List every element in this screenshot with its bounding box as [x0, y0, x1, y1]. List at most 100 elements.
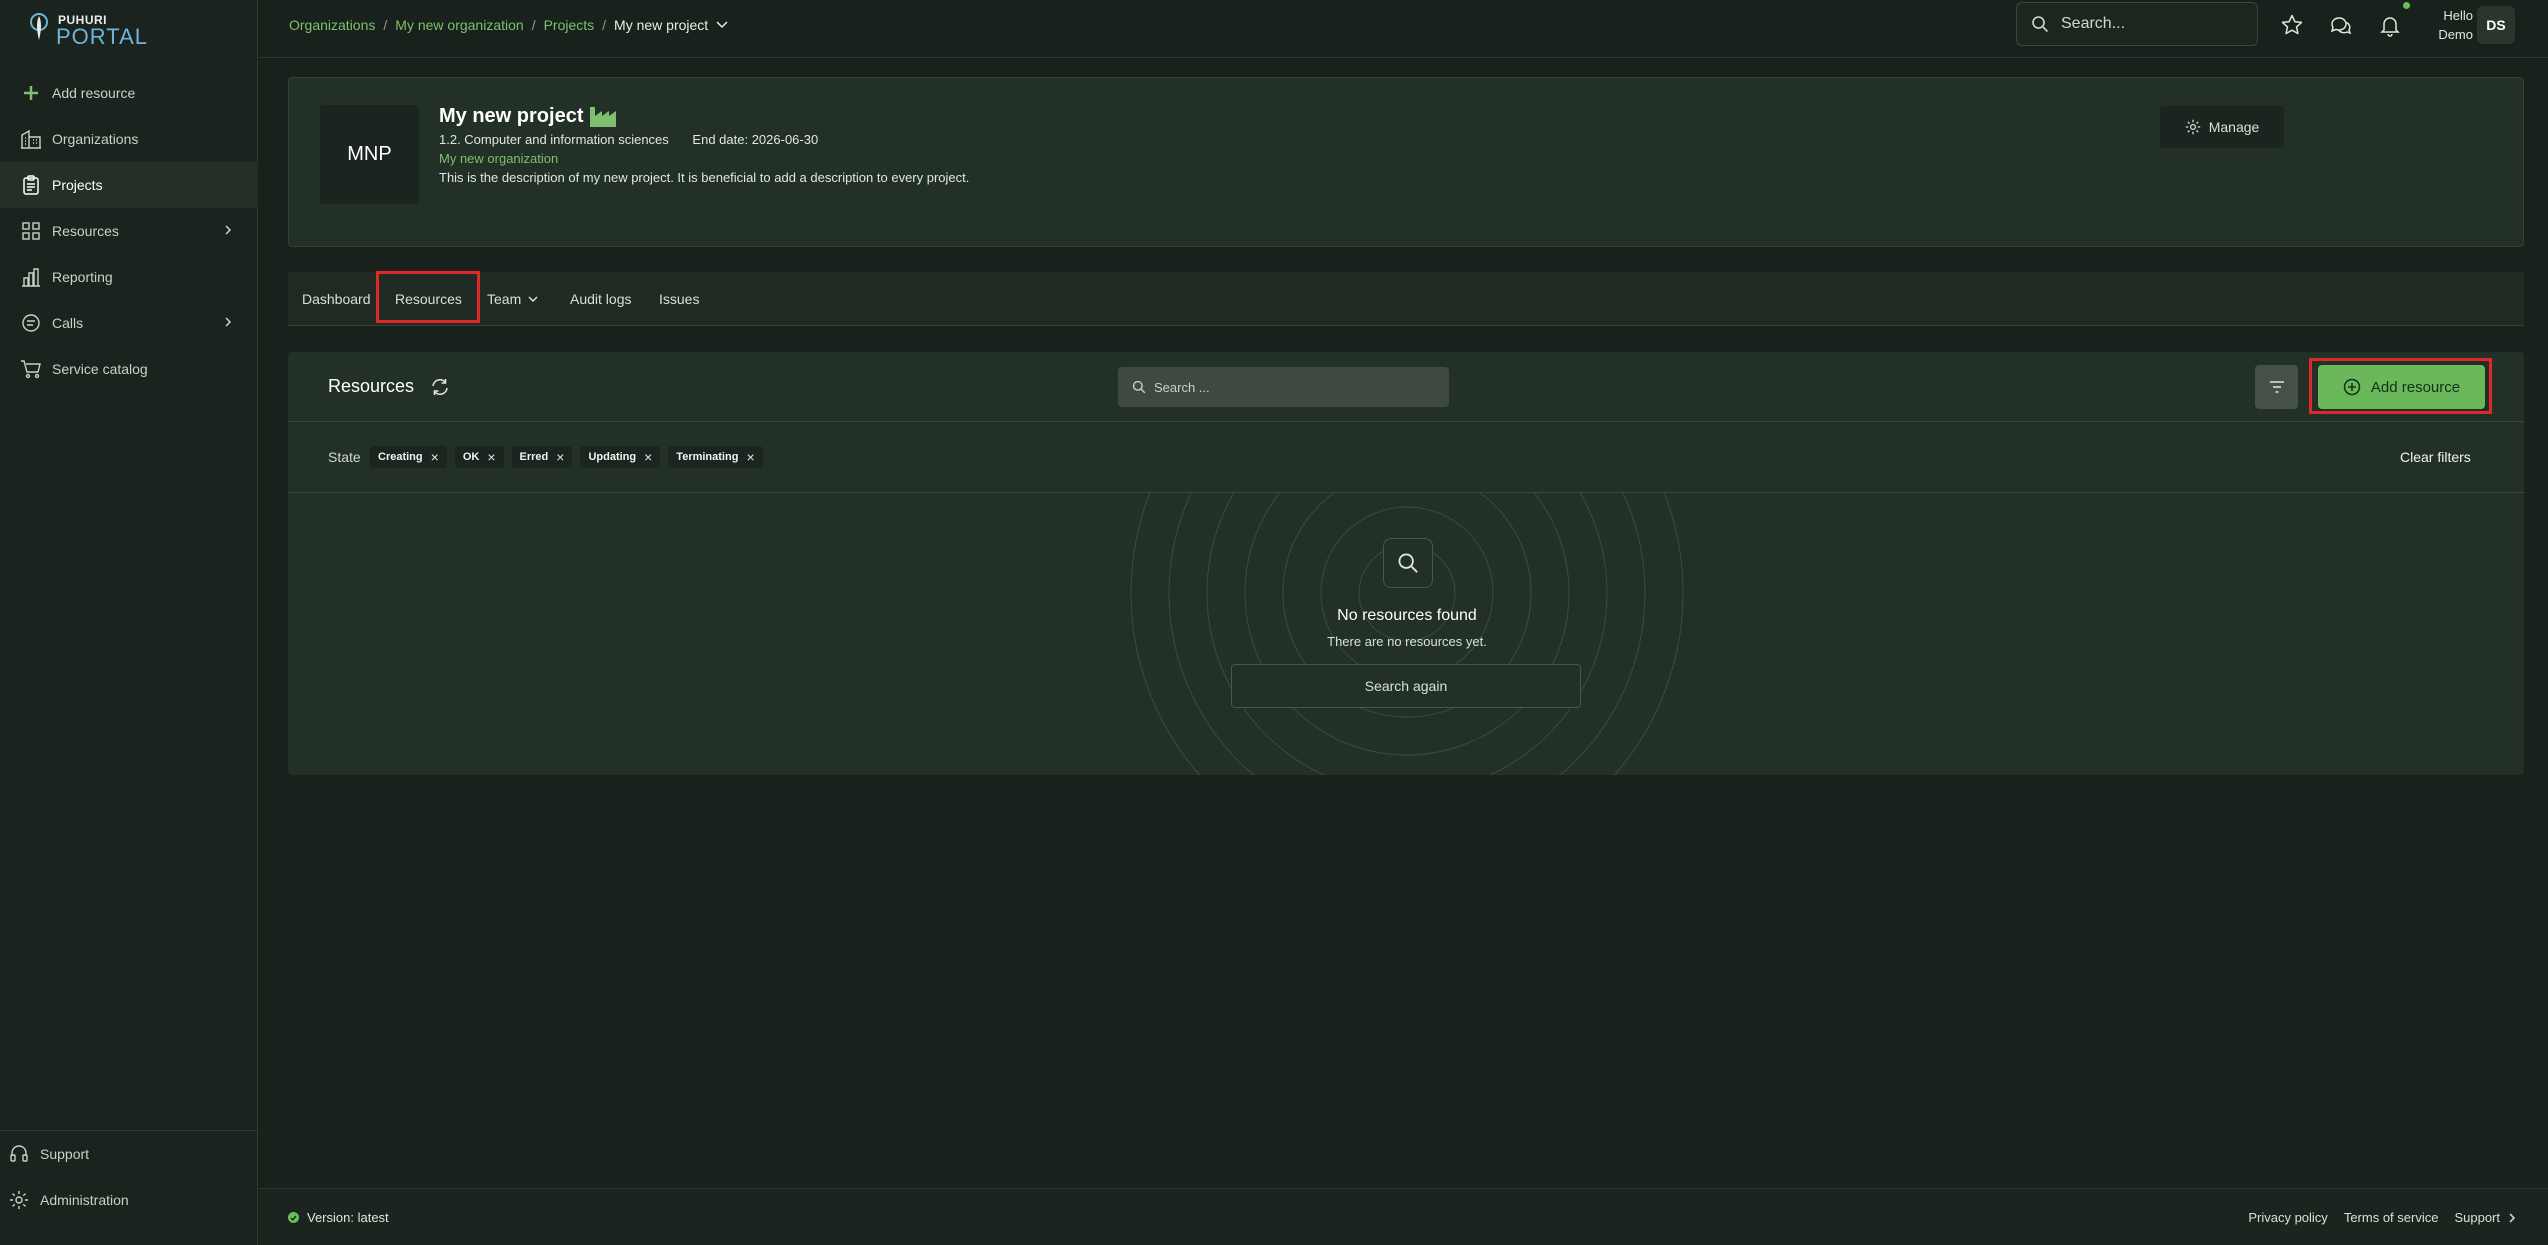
chip-label: OK: [462, 451, 480, 463]
resources-search-input[interactable]: Search ...: [1118, 367, 1449, 407]
sidebar-item-add-resource[interactable]: Add resource: [0, 70, 258, 116]
manage-button-label: Manage: [2208, 119, 2260, 135]
tab-issues[interactable]: Issues: [659, 291, 699, 307]
manage-button[interactable]: Manage: [2160, 106, 2284, 148]
filter-button[interactable]: [2255, 365, 2298, 409]
plus-icon: [20, 82, 42, 104]
breadcrumb-link-organization[interactable]: My new organization: [395, 17, 523, 33]
project-organization-link[interactable]: My new organization: [439, 151, 558, 166]
close-icon[interactable]: ×: [431, 449, 439, 465]
filter-chip-updating[interactable]: Updating ×: [580, 446, 661, 468]
privacy-policy-link[interactable]: Privacy policy: [2248, 1210, 2327, 1225]
project-meta: 1.2. Computer and information sciences E…: [439, 132, 818, 147]
clear-filters-button[interactable]: Clear filters: [2400, 449, 2471, 465]
logo-bottom-text: PORTAL: [56, 24, 148, 49]
global-search-placeholder: Search...: [2061, 15, 2126, 32]
sidebar-item-calls[interactable]: Calls: [0, 300, 258, 346]
search-icon: [2032, 16, 2049, 33]
empty-subtitle: There are no resources yet.: [1327, 634, 1487, 649]
terms-of-service-link[interactable]: Terms of service: [2344, 1210, 2439, 1225]
user-greeting[interactable]: Hello Demo: [2429, 6, 2473, 44]
bell-icon[interactable]: [2378, 13, 2402, 37]
support-link[interactable]: Support: [2454, 1210, 2500, 1225]
tab-team[interactable]: Team: [487, 291, 539, 307]
sidebar-item-label: Calls: [52, 315, 84, 331]
sidebar-item-reporting[interactable]: Reporting: [0, 254, 258, 300]
breadcrumb-separator: /: [383, 17, 388, 33]
tab-team-label: Team: [487, 291, 522, 307]
chevron-down-icon: [528, 296, 538, 303]
grid-icon: [20, 220, 42, 242]
breadcrumb-current-project-dropdown[interactable]: My new project: [614, 17, 730, 33]
filter-chip-ok[interactable]: OK ×: [454, 446, 504, 468]
footer-links: Privacy policy Terms of service Support: [2232, 1210, 2516, 1225]
chevron-right-icon: [224, 223, 232, 239]
chat-icon: [20, 312, 42, 334]
empty-title: No resources found: [1337, 607, 1477, 624]
sidebar-nav: Add resource Organizations Projects Reso…: [0, 70, 258, 392]
factory-icon: [590, 107, 617, 127]
star-icon[interactable]: [2280, 13, 2304, 37]
add-resource-button[interactable]: Add resource: [2318, 365, 2485, 409]
headset-icon: [8, 1143, 30, 1165]
breadcrumb-link-projects[interactable]: Projects: [544, 17, 595, 33]
resources-header: Resources Search ... Add resource: [288, 352, 2524, 422]
project-logo: MNP: [320, 105, 419, 204]
chip-label: Terminating: [676, 451, 739, 463]
chevron-down-icon: [716, 21, 728, 29]
state-filter-label: State: [328, 449, 361, 465]
cart-icon: [20, 358, 42, 380]
filter-chip-terminating[interactable]: Terminating ×: [668, 446, 763, 468]
chip-label: Updating: [588, 451, 637, 463]
close-icon[interactable]: ×: [556, 449, 564, 465]
breadcrumb-current-label: My new project: [614, 17, 709, 33]
sidebar-item-administration[interactable]: Administration: [0, 1177, 258, 1223]
project-description: This is the description of my new projec…: [439, 170, 970, 185]
resources-search-placeholder: Search ...: [1154, 379, 1210, 395]
notification-dot: [2403, 2, 2410, 9]
project-title-text: My new project: [439, 104, 584, 127]
project-tabs: Dashboard Resources Team Audit logs Issu…: [288, 272, 2524, 326]
close-icon[interactable]: ×: [644, 449, 652, 465]
resources-panel: Resources Search ... Add resource State …: [288, 352, 2524, 775]
filter-icon: [2269, 381, 2284, 393]
chevron-right-icon: [2509, 1212, 2516, 1223]
sidebar-item-label: Reporting: [52, 269, 113, 285]
sidebar-item-label: Service catalog: [52, 361, 148, 377]
gear-icon: [2185, 119, 2200, 135]
tab-resources[interactable]: Resources: [395, 291, 462, 307]
sidebar-item-label: Resources: [52, 223, 119, 239]
sidebar-item-resources[interactable]: Resources: [0, 208, 258, 254]
tab-audit-logs[interactable]: Audit logs: [570, 291, 631, 307]
project-end-date: End date: 2026-06-30: [692, 132, 819, 147]
search-again-button[interactable]: Search again: [1231, 664, 1581, 708]
breadcrumb-separator: /: [602, 17, 607, 33]
close-icon[interactable]: ×: [746, 449, 754, 465]
sidebar-item-organizations[interactable]: Organizations: [0, 116, 258, 162]
sidebar-item-service-catalog[interactable]: Service catalog: [0, 346, 258, 392]
refresh-icon[interactable]: [430, 377, 450, 397]
avatar[interactable]: DS: [2477, 6, 2515, 44]
empty-state: No resources found There are no resource…: [288, 493, 2524, 775]
close-icon[interactable]: ×: [487, 449, 495, 465]
sidebar-item-projects[interactable]: Projects: [0, 162, 258, 208]
chip-label: Erred: [519, 451, 549, 463]
sidebar-item-support[interactable]: Support: [0, 1131, 258, 1177]
version-text: Version: latest: [307, 1210, 389, 1225]
footer: Version: latest Privacy policy Terms of …: [259, 1188, 2548, 1245]
project-discipline: 1.2. Computer and information sciences: [439, 132, 669, 147]
project-header-card: MNP My new project 1.2. Computer and inf…: [288, 77, 2524, 247]
sidebar: PUHURI PORTAL Add resource Organizations…: [0, 0, 258, 1245]
global-search-input[interactable]: Search...: [2016, 2, 2258, 46]
search-icon: [1132, 380, 1146, 394]
resources-title: Resources: [328, 376, 450, 397]
breadcrumb-link-organizations[interactable]: Organizations: [289, 17, 375, 33]
chip-label: Creating: [378, 451, 423, 463]
chat-icon[interactable]: [2329, 13, 2353, 37]
filter-chip-erred[interactable]: Erred ×: [511, 446, 573, 468]
filter-chip-creating[interactable]: Creating ×: [370, 446, 447, 468]
puhuri-portal-logo[interactable]: PUHURI PORTAL: [26, 10, 147, 49]
state-filter-chips: Creating × OK × Erred × Updating × Terminati…: [370, 446, 771, 468]
tab-dashboard[interactable]: Dashboard: [302, 291, 371, 307]
chevron-right-icon: [224, 315, 232, 331]
